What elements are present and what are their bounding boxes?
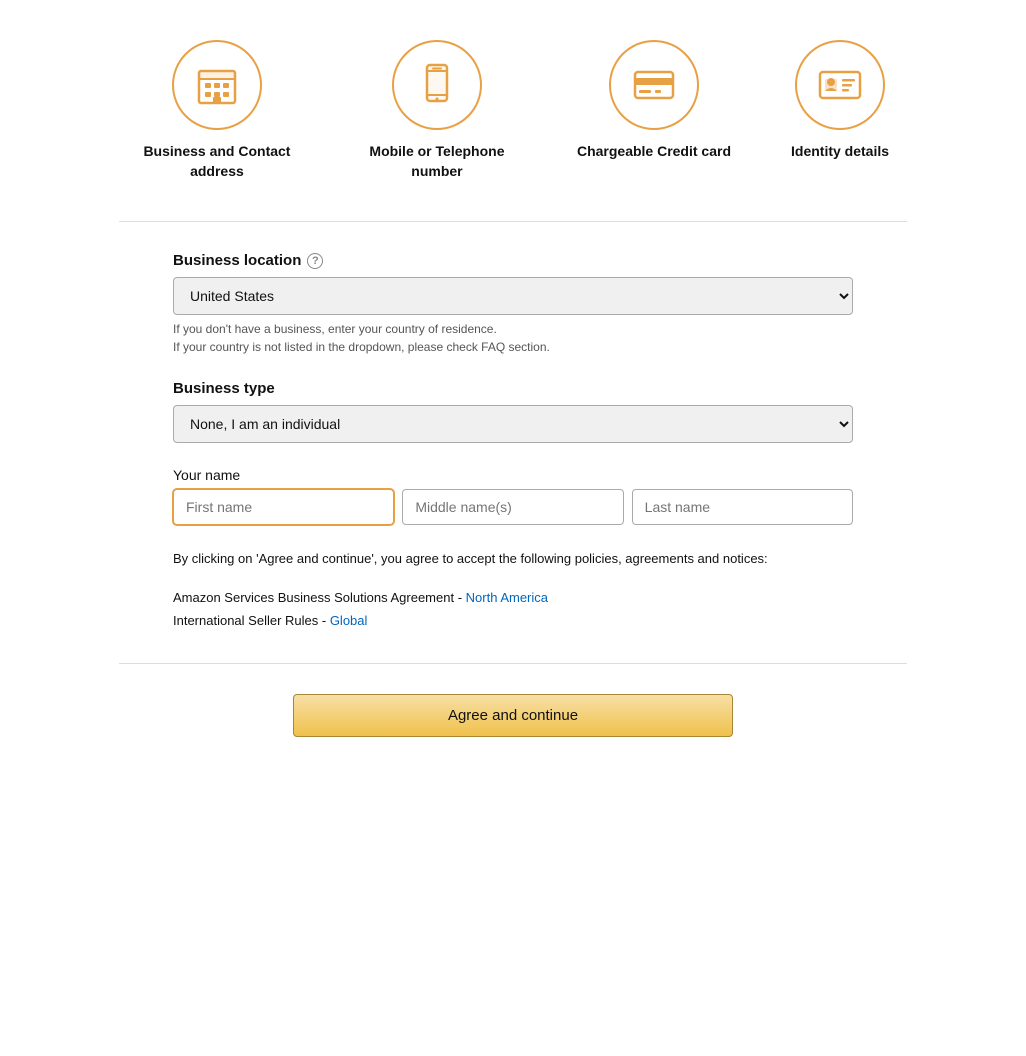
global-link[interactable]: Global [330, 613, 368, 628]
business-location-hint: If you don't have a business, enter your… [173, 320, 853, 356]
step-mobile: Mobile or Telephone number [357, 40, 517, 181]
name-fields-row [173, 489, 853, 525]
step2-icon-circle [392, 40, 482, 130]
business-location-help-icon[interactable]: ? [307, 253, 323, 269]
middle-name-input[interactable] [402, 489, 623, 525]
credit-card-icon [630, 61, 678, 109]
first-name-input[interactable] [173, 489, 394, 525]
bottom-divider [119, 663, 908, 664]
business-location-group: Business location ? United States If you… [173, 252, 853, 356]
policy-line1: Amazon Services Business Solutions Agree… [173, 586, 853, 609]
policy-text: By clicking on 'Agree and continue', you… [173, 549, 853, 570]
building-icon [193, 61, 241, 109]
step4-icon-circle [795, 40, 885, 130]
policy-line2: International Seller Rules - Global [173, 609, 853, 632]
step3-label: Chargeable Credit card [577, 142, 731, 162]
last-name-input[interactable] [632, 489, 853, 525]
header-divider [119, 221, 908, 222]
business-type-select[interactable]: None, I am an individual [173, 405, 853, 443]
policy-links: Amazon Services Business Solutions Agree… [173, 586, 853, 633]
your-name-label: Your name [173, 467, 853, 483]
agree-continue-button[interactable]: Agree and continue [293, 694, 733, 737]
step-business-contact: Business and Contact address [137, 40, 297, 181]
phone-icon [413, 61, 461, 109]
north-america-link[interactable]: North America [466, 590, 548, 605]
step1-icon-circle [172, 40, 262, 130]
business-location-label: Business location ? [173, 252, 853, 269]
form-area: Business location ? United States If you… [173, 252, 853, 633]
step2-label: Mobile or Telephone number [357, 142, 517, 181]
business-location-select[interactable]: United States [173, 277, 853, 315]
step1-label: Business and Contact address [137, 142, 297, 181]
business-type-label: Business type [173, 380, 853, 397]
step-credit-card: Chargeable Credit card [577, 40, 731, 162]
page-wrapper: Business and Contact address Mobile or T… [0, 0, 1026, 1056]
steps-header: Business and Contact address Mobile or T… [20, 40, 1006, 181]
step4-label: Identity details [791, 142, 889, 162]
step3-icon-circle [609, 40, 699, 130]
your-name-group: Your name [173, 467, 853, 525]
id-card-icon [816, 61, 864, 109]
business-type-group: Business type None, I am an individual [173, 380, 853, 443]
step-identity: Identity details [791, 40, 889, 162]
